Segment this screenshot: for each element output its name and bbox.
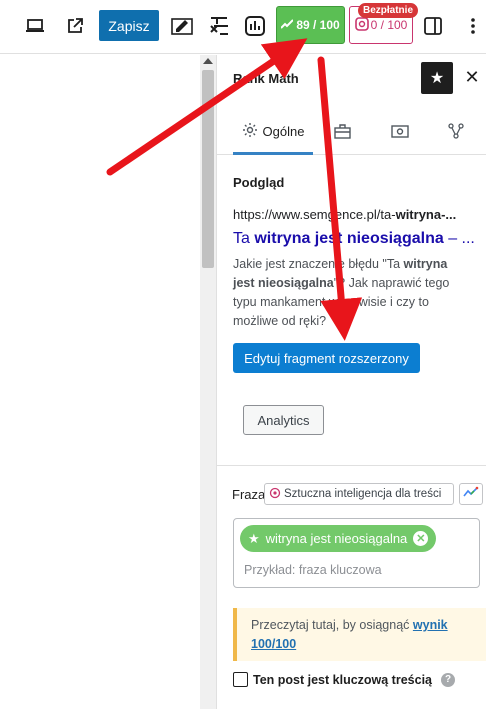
media-icon bbox=[391, 124, 409, 142]
preview-desc-start: Jakie jest znaczenie błędu "Ta bbox=[233, 257, 404, 271]
content-ai-icon bbox=[354, 16, 369, 34]
gear-icon bbox=[242, 122, 258, 141]
toolbox-icon bbox=[333, 123, 351, 142]
preview-title[interactable]: Ta witryna jest nieosiągalna – ... bbox=[233, 230, 478, 248]
pillar-content-checkbox[interactable] bbox=[233, 672, 248, 687]
desktop-preview-icon[interactable] bbox=[22, 13, 48, 39]
analytics-button[interactable]: Analytics bbox=[243, 405, 324, 435]
preview-title-prefix: Ta bbox=[233, 230, 255, 247]
external-link-icon[interactable] bbox=[62, 13, 88, 39]
tab-advanced[interactable] bbox=[317, 110, 367, 155]
section-divider bbox=[217, 465, 486, 466]
edit-snippet-button[interactable]: Edytuj fragment rozszerzony bbox=[233, 343, 420, 373]
focus-keyword-field[interactable]: ★ witryna jest nieosiągalna ✕ bbox=[233, 518, 480, 588]
tab-social[interactable] bbox=[375, 110, 425, 155]
keyword-tool-icon[interactable] bbox=[206, 13, 232, 39]
pillar-content-label[interactable]: Ten post jest kluczową treścią bbox=[253, 673, 432, 687]
editor-canvas[interactable] bbox=[0, 55, 200, 709]
preview-url-prefix: https://www.semgence.pl/ta- bbox=[233, 207, 396, 222]
pillar-content-row: Ten post jest kluczową treścią ? bbox=[233, 672, 455, 687]
save-button[interactable]: Zapisz bbox=[99, 10, 159, 41]
sidebar-toggle-icon[interactable] bbox=[420, 13, 446, 39]
pin-star-icon[interactable]: ★ bbox=[421, 62, 453, 94]
focus-keyword-label: Fraza bbox=[232, 487, 266, 502]
content-ai-label: Sztuczna inteligencja dla treści bbox=[284, 488, 442, 500]
seo-score-button[interactable]: 89 / 100 bbox=[276, 6, 345, 44]
keyword-tag[interactable]: ★ witryna jest nieosiągalna ✕ bbox=[240, 525, 437, 552]
rank-math-sidebar: Rank Math ★ ✕ Ogólne Podgląd https://www… bbox=[216, 55, 486, 709]
close-icon[interactable]: ✕ bbox=[461, 66, 483, 88]
notice-text: Przeczytaj tutaj, by osiągnąć bbox=[251, 618, 413, 632]
sidebar-title: Rank Math bbox=[233, 71, 299, 86]
trends-icon bbox=[463, 485, 479, 503]
preview-title-suffix: – ... bbox=[443, 230, 475, 247]
editor-toolbar: Zapisz 89 / 100 0 / 100 Bezpłatnie bbox=[0, 0, 486, 54]
more-options-icon[interactable] bbox=[460, 13, 486, 39]
preview-title-keyword: witryna jest nieosiągalna bbox=[254, 230, 444, 247]
sidebar-header: Rank Math ★ ✕ bbox=[217, 55, 486, 103]
scrollbar-thumb[interactable] bbox=[202, 70, 214, 268]
schema-icon bbox=[448, 123, 464, 142]
content-ai-small-icon bbox=[269, 487, 281, 502]
analytics-chart-icon[interactable] bbox=[242, 13, 268, 39]
sidebar-tabs: Ogólne bbox=[217, 110, 486, 155]
tab-schema[interactable] bbox=[431, 110, 481, 155]
keyword-tag-label: witryna jest nieosiągalna bbox=[265, 531, 408, 546]
content-ai-button[interactable]: Sztuczna inteligencja dla treści bbox=[264, 483, 454, 505]
focus-keyword-input[interactable] bbox=[244, 563, 464, 577]
help-icon[interactable]: ? bbox=[441, 672, 455, 687]
tab-general-label: Ogólne bbox=[262, 123, 305, 139]
rank-math-icon bbox=[280, 18, 295, 32]
score-notice: Przeczytaj tutaj, by osiągnąć wynik 100/… bbox=[233, 608, 486, 661]
remove-keyword-icon[interactable]: ✕ bbox=[413, 531, 429, 546]
editor-notes-icon[interactable] bbox=[170, 13, 196, 39]
preview-description[interactable]: Jakie jest znaczenie błędu "Ta witryna j… bbox=[233, 255, 463, 331]
scroll-up-arrow-icon[interactable] bbox=[203, 58, 213, 64]
content-ai-score-value: 0 / 100 bbox=[370, 18, 408, 32]
free-badge: Bezpłatnie bbox=[358, 3, 419, 18]
preview-url-keyword: witryna-... bbox=[395, 207, 457, 222]
preview-url[interactable]: https://www.semgence.pl/ta-witryna-... bbox=[233, 207, 478, 222]
trends-button[interactable] bbox=[459, 483, 483, 505]
preview-heading: Podgląd bbox=[233, 175, 285, 190]
primary-star-icon: ★ bbox=[248, 530, 260, 546]
seo-score-value: 89 / 100 bbox=[296, 18, 340, 32]
tab-general[interactable]: Ogólne bbox=[233, 110, 313, 155]
